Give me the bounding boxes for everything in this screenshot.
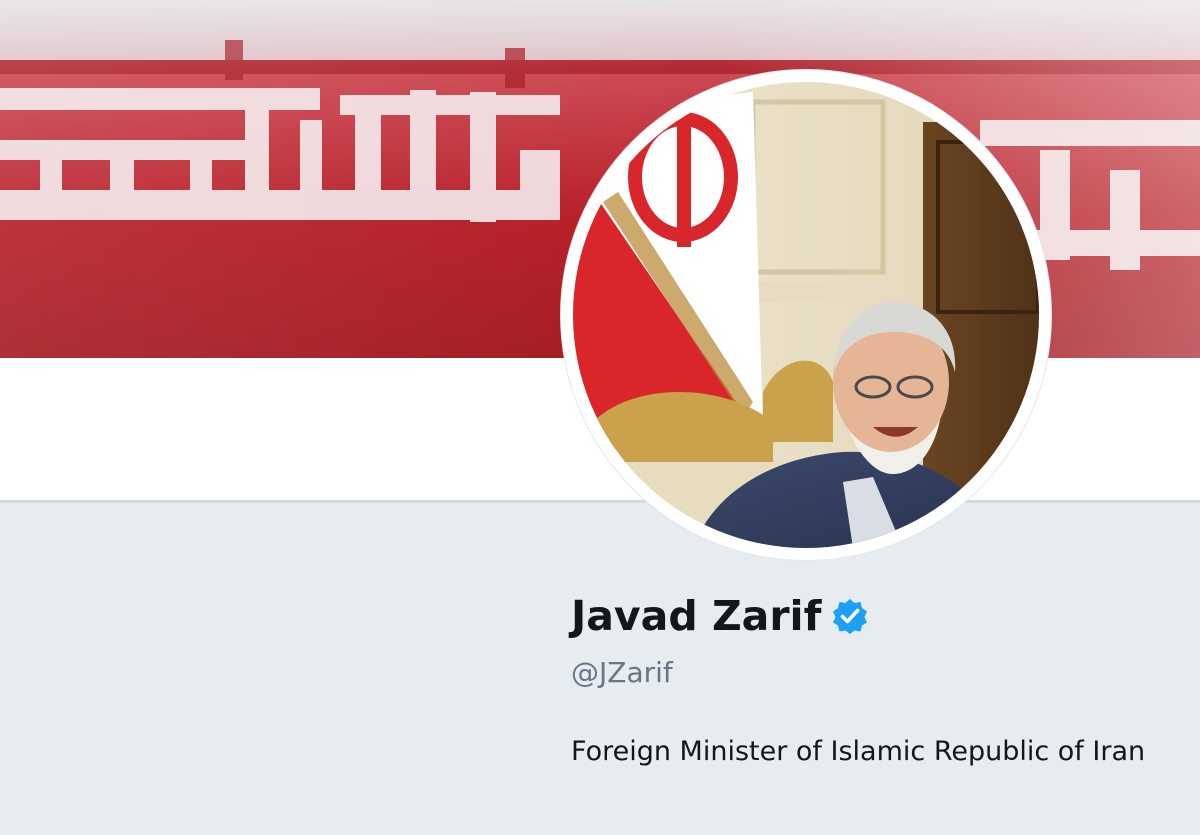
display-name[interactable]: Javad Zarif — [571, 592, 869, 640]
avatar-photo — [573, 82, 1039, 548]
profile-handle[interactable]: @JZarif — [571, 656, 673, 689]
profile-bio: Foreign Minister of Islamic Republic of … — [571, 736, 1146, 767]
display-name-text: Javad Zarif — [571, 592, 822, 640]
verified-check-icon — [831, 597, 869, 635]
avatar[interactable] — [561, 70, 1051, 560]
